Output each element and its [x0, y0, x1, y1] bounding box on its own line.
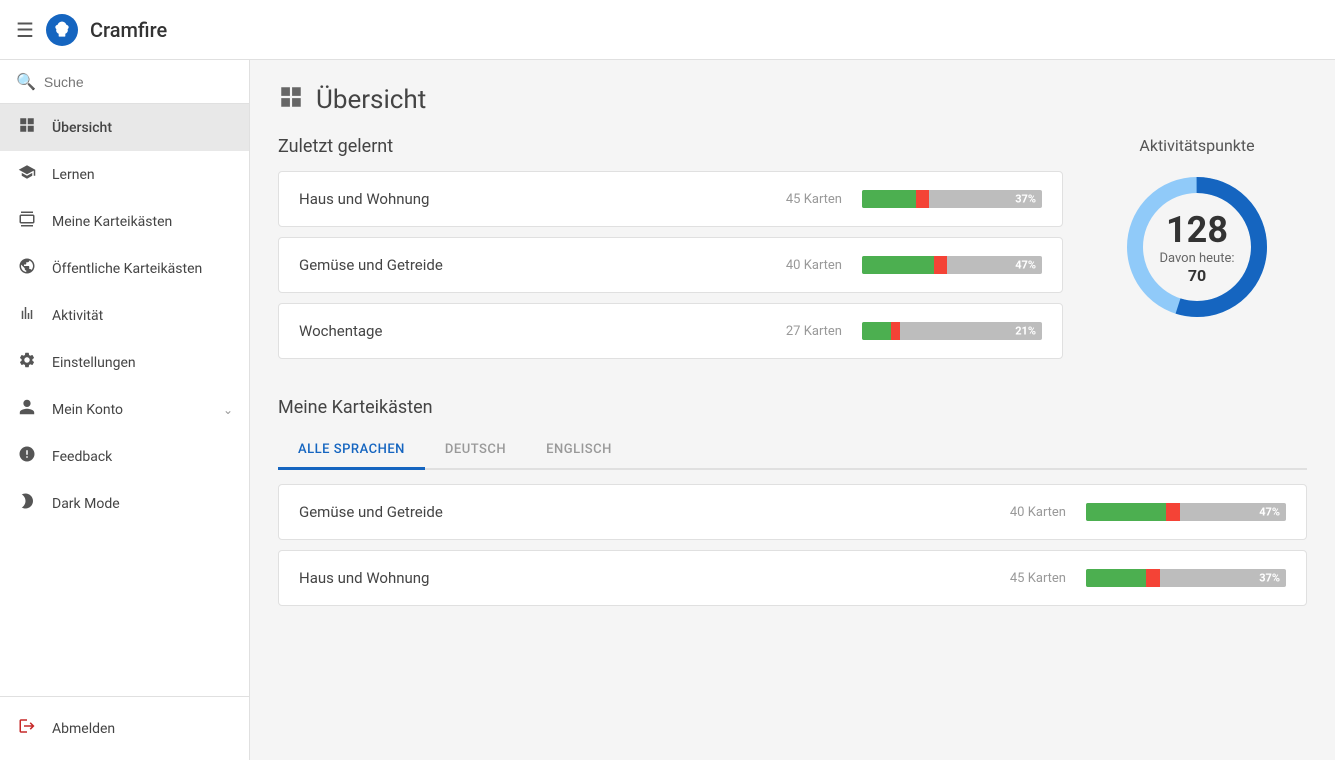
app-title: Cramfire — [90, 18, 167, 42]
sidebar-item-mein-konto[interactable]: Mein Konto ⌄ — [0, 386, 249, 433]
nav-items: Übersicht Lernen Meine Karteikästen — [0, 104, 249, 696]
menu-icon[interactable]: ☰ — [16, 18, 34, 42]
person-icon — [16, 398, 38, 421]
my-progress-green-1 — [1086, 503, 1166, 521]
sidebar-label-ubersicht: Übersicht — [52, 120, 233, 136]
my-progress-label-2: 37% — [1259, 572, 1280, 585]
topbar: ☰ Cramfire — [0, 0, 1335, 60]
sidebar-item-abmelden[interactable]: Abmelden — [0, 705, 249, 752]
sidebar-label-einstellungen: Einstellungen — [52, 355, 233, 371]
sidebar-item-meine-karteikasten[interactable]: Meine Karteikästen — [0, 198, 249, 245]
tab-deutsch[interactable]: DEUTSCH — [425, 432, 526, 470]
progress-green-3 — [862, 322, 891, 340]
bar-chart-icon — [16, 304, 38, 327]
sidebar-label-abmelden: Abmelden — [52, 721, 233, 737]
progress-label-3: 21% — [1015, 325, 1036, 338]
sidebar-item-offentliche-karteikasten[interactable]: Öffentliche Karteikästen — [0, 245, 249, 292]
card-count-2: 40 Karten — [762, 258, 842, 273]
card-count-3: 27 Karten — [762, 324, 842, 339]
moon-icon — [16, 492, 38, 515]
brain-icon — [52, 20, 72, 40]
my-progress-red-2 — [1146, 569, 1160, 587]
donut-chart: 128 Davon heute: 70 — [1117, 167, 1277, 327]
search-input[interactable] — [44, 74, 233, 90]
sidebar-item-ubersicht[interactable]: Übersicht — [0, 104, 249, 151]
my-card-count-1: 40 Karten — [986, 505, 1066, 520]
table-row[interactable]: Gemüse und Getreide 40 Karten 47% — [278, 237, 1063, 293]
sidebar-label-meine-karteikasten: Meine Karteikästen — [52, 214, 233, 230]
progress-bar-1: 37% — [862, 190, 1042, 208]
tab-alle-sprachen[interactable]: ALLE SPRACHEN — [278, 432, 425, 470]
sidebar-label-offentliche-karteikasten: Öffentliche Karteikästen — [52, 261, 233, 277]
cards-icon — [16, 210, 38, 233]
activity-today-label: Davon heute: — [1159, 251, 1234, 266]
card-count-1: 45 Karten — [762, 192, 842, 207]
tab-englisch[interactable]: ENGLISCH — [526, 432, 632, 470]
my-cards-title: Meine Karteikästen — [278, 397, 1307, 418]
sidebar-item-lernen[interactable]: Lernen — [0, 151, 249, 198]
activity-title: Aktivitätspunkte — [1139, 136, 1254, 155]
my-progress-bar-2: 37% — [1086, 569, 1286, 587]
recently-learned-title: Zuletzt gelernt — [278, 136, 1063, 157]
graduation-cap-icon — [16, 163, 38, 186]
table-row[interactable]: Haus und Wohnung 45 Karten 37% — [278, 171, 1063, 227]
progress-green-2 — [862, 256, 934, 274]
progress-bar-3: 21% — [862, 322, 1042, 340]
page-header: Übersicht — [278, 84, 1307, 116]
sidebar-item-feedback[interactable]: Feedback — [0, 433, 249, 480]
page-header-icon — [278, 84, 304, 116]
card-name-1: Haus und Wohnung — [299, 190, 742, 208]
recently-learned: Zuletzt gelernt Haus und Wohnung 45 Kart… — [278, 136, 1063, 369]
my-card-name-1: Gemüse und Getreide — [299, 503, 966, 521]
sidebar-item-einstellungen[interactable]: Einstellungen — [0, 339, 249, 386]
app-logo — [46, 14, 78, 46]
my-progress-red-1 — [1166, 503, 1180, 521]
chevron-down-icon: ⌄ — [223, 403, 233, 417]
activity-total: 128 — [1159, 209, 1234, 251]
table-row[interactable]: Wochentage 27 Karten 21% — [278, 303, 1063, 359]
gear-icon — [16, 351, 38, 374]
card-name-2: Gemüse und Getreide — [299, 256, 742, 274]
search-box: 🔍 — [0, 60, 249, 104]
donut-center: 128 Davon heute: 70 — [1159, 209, 1234, 285]
main-content: Übersicht Zuletzt gelernt Haus und Wohnu… — [250, 60, 1335, 760]
progress-label-2: 47% — [1015, 259, 1036, 272]
activity-today: 70 — [1159, 266, 1234, 285]
my-card-name-2: Haus und Wohnung — [299, 569, 966, 587]
list-item[interactable]: Gemüse und Getreide 40 Karten 47% — [278, 484, 1307, 540]
progress-red-1 — [916, 190, 929, 208]
logout-icon — [16, 717, 38, 740]
top-section: Zuletzt gelernt Haus und Wohnung 45 Kart… — [278, 136, 1307, 369]
my-progress-bar-1: 47% — [1086, 503, 1286, 521]
sidebar-label-dark-mode: Dark Mode — [52, 496, 233, 512]
sidebar-item-aktivitat[interactable]: Aktivität — [0, 292, 249, 339]
progress-green-1 — [862, 190, 916, 208]
card-name-3: Wochentage — [299, 322, 742, 340]
sidebar-label-feedback: Feedback — [52, 449, 233, 465]
my-cards-section: Meine Karteikästen ALLE SPRACHEN DEUTSCH… — [278, 397, 1307, 606]
progress-red-3 — [891, 322, 900, 340]
sidebar-label-lernen: Lernen — [52, 167, 233, 183]
grid-icon — [16, 116, 38, 139]
progress-bar-2: 47% — [862, 256, 1042, 274]
sidebar-item-dark-mode[interactable]: Dark Mode — [0, 480, 249, 527]
my-card-count-2: 45 Karten — [986, 571, 1066, 586]
my-progress-label-1: 47% — [1259, 506, 1280, 519]
activity-points-card: Aktivitätspunkte 128 Davon heute: 70 — [1087, 136, 1307, 327]
progress-label-1: 37% — [1015, 193, 1036, 206]
my-progress-green-2 — [1086, 569, 1146, 587]
progress-red-2 — [934, 256, 947, 274]
search-icon: 🔍 — [16, 72, 36, 91]
page-title: Übersicht — [316, 85, 426, 115]
sidebar-label-mein-konto: Mein Konto — [52, 402, 209, 418]
sidebar-label-aktivitat: Aktivität — [52, 308, 233, 324]
exclamation-icon — [16, 445, 38, 468]
globe-icon — [16, 257, 38, 280]
tabs-bar: ALLE SPRACHEN DEUTSCH ENGLISCH — [278, 432, 1307, 470]
nav-bottom: Abmelden — [0, 696, 249, 760]
layout: 🔍 Übersicht Lernen — [0, 60, 1335, 760]
list-item[interactable]: Haus und Wohnung 45 Karten 37% — [278, 550, 1307, 606]
sidebar: 🔍 Übersicht Lernen — [0, 60, 250, 760]
